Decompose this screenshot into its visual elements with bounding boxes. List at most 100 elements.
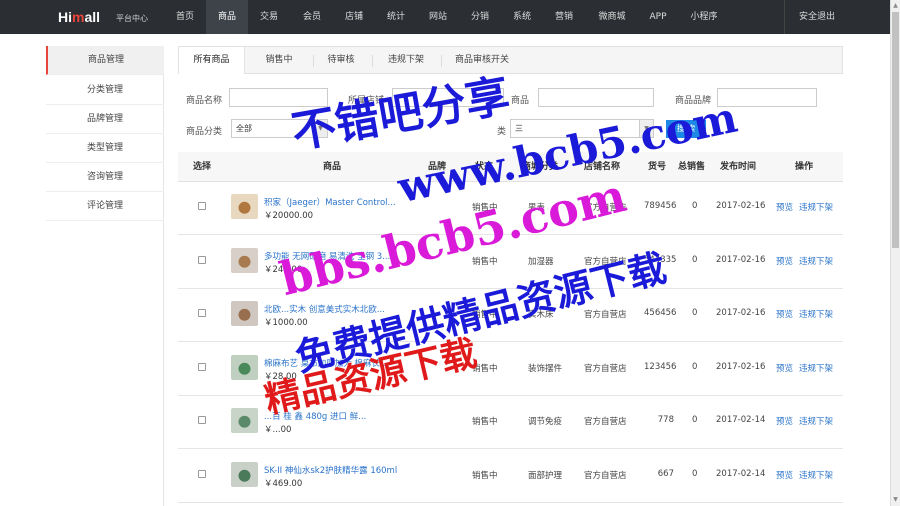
- sidebar-item-type-management[interactable]: 类型管理: [46, 134, 164, 163]
- product-price: ￥20000.00: [264, 211, 314, 221]
- nav-app[interactable]: APP: [640, 0, 676, 34]
- product-publish-date: 2017-02-16: [716, 201, 766, 211]
- nav-micro-mall[interactable]: 微商城: [589, 0, 635, 34]
- product-name-link[interactable]: 棉麻布艺 桌布加厚加大 棉麻长...: [264, 357, 398, 369]
- product-sales: 0: [692, 468, 698, 479]
- sidebar-item-consult-management[interactable]: 咨询管理: [46, 163, 164, 192]
- product-thumbnail[interactable]: [231, 301, 258, 326]
- product-price: ￥469.00: [264, 478, 303, 489]
- tab-review-switch[interactable]: 商品审核开关: [447, 47, 517, 74]
- header-mall-category: 商城分类: [522, 162, 559, 172]
- product-price: ￥1000.00: [264, 318, 308, 328]
- product-thumbnail[interactable]: [231, 247, 258, 273]
- tab-divider: [372, 55, 373, 67]
- product-name-link[interactable]: 积家（Jaeger）Master Control...: [264, 196, 398, 208]
- sidebar-item-review-management[interactable]: 评论管理: [46, 192, 164, 221]
- nav-members[interactable]: 会员: [293, 0, 331, 34]
- product-thumbnail[interactable]: [231, 194, 258, 219]
- sidebar-item-product-management[interactable]: 商品管理: [46, 46, 164, 75]
- scrollbar-thumb[interactable]: [892, 12, 899, 248]
- product-shop: 官方自营店: [584, 363, 627, 374]
- type-select[interactable]: 三 ▼: [510, 119, 654, 138]
- header-status: 状态: [475, 162, 494, 172]
- header-product: 商品: [323, 162, 342, 172]
- nav-website[interactable]: 网站: [419, 0, 457, 34]
- row-checkbox[interactable]: [198, 202, 206, 210]
- tab-pending-review[interactable]: 待审核: [317, 47, 365, 74]
- chevron-down-icon: ▼: [313, 120, 327, 137]
- product-shop: 官方自营店: [584, 417, 627, 427]
- product-category: 加湿器: [528, 256, 554, 267]
- nav-shops[interactable]: 店铺: [335, 0, 373, 34]
- product-name-input[interactable]: [229, 88, 328, 107]
- logout-button[interactable]: 安全退出: [784, 0, 835, 34]
- product-thumbnail[interactable]: [231, 354, 258, 380]
- brand-label: 商品品牌: [675, 96, 712, 106]
- sidebar-item-category-management[interactable]: 分类管理: [46, 76, 164, 105]
- nav-trade[interactable]: 交易: [250, 0, 288, 34]
- scroll-down-icon[interactable]: ▼: [892, 496, 899, 504]
- tab-divider: [441, 55, 442, 67]
- table-row: 北欧...实木 创意美式实木北欧... ￥1000.00 销售中 实木床 官方自营店 45…: [178, 289, 843, 342]
- nav-home[interactable]: 首页: [166, 0, 204, 34]
- product-thumbnail[interactable]: [231, 461, 258, 487]
- nav-marketing[interactable]: 营销: [545, 0, 583, 34]
- nav-system[interactable]: 系统: [503, 0, 541, 34]
- violation-remove-link[interactable]: 违规下架: [799, 255, 833, 267]
- product-tabs: 所有商品 销售中 待审核 违规下架 商品审核开关: [178, 46, 843, 74]
- category-select[interactable]: 全部 ▼: [231, 119, 328, 138]
- tab-all-products[interactable]: 所有商品: [179, 47, 245, 74]
- product-category: 男表: [528, 203, 546, 213]
- product-sku: 456456: [644, 308, 677, 318]
- vertical-scrollbar[interactable]: ▲ ▼: [890, 0, 900, 506]
- product-thumbnail[interactable]: [231, 408, 258, 433]
- tab-on-sale[interactable]: 销售中: [251, 47, 307, 74]
- product-name-link[interactable]: ...百 桂 鑫 480g 进口 鲜...: [264, 410, 398, 422]
- product-publish-date: 2017-02-16: [716, 361, 766, 372]
- logo[interactable]: Himall: [58, 9, 100, 25]
- product-category: 实木床: [528, 310, 554, 320]
- product-sales: 0: [692, 308, 698, 318]
- row-checkbox[interactable]: [198, 416, 206, 424]
- product-name-link[interactable]: 北欧...实木 创意美式实木北欧...: [264, 303, 398, 315]
- product-sku: 123456: [644, 361, 677, 372]
- scroll-up-icon[interactable]: ▲: [892, 2, 899, 10]
- violation-remove-link[interactable]: 违规下架: [799, 415, 833, 427]
- nav-mini-program[interactable]: 小程序: [681, 0, 727, 34]
- preview-link[interactable]: 预览: [776, 469, 793, 481]
- product-status: 销售中: [472, 470, 498, 481]
- product-name-link[interactable]: 多功能 无网研磨 易清洗 全钢 3...: [264, 250, 398, 262]
- violation-remove-link[interactable]: 违规下架: [799, 308, 833, 320]
- preview-link[interactable]: 预览: [776, 415, 793, 427]
- nav-stats[interactable]: 统计: [377, 0, 415, 34]
- product-status: 销售中: [472, 417, 498, 427]
- preview-link[interactable]: 预览: [776, 362, 793, 374]
- header-actions: 操作: [795, 162, 814, 172]
- product-name-link[interactable]: SK-II 神仙水sk2护肤精华露 160ml: [264, 464, 398, 476]
- nav-products[interactable]: 商品: [206, 0, 248, 34]
- violation-remove-link[interactable]: 违规下架: [799, 201, 833, 213]
- row-checkbox[interactable]: [198, 309, 206, 317]
- product-sku: 667: [657, 468, 674, 479]
- product-sku: 778: [657, 415, 674, 425]
- product-category: 装饰摆件: [528, 363, 563, 374]
- violation-remove-link[interactable]: 违规下架: [799, 362, 833, 374]
- preview-link[interactable]: 预览: [776, 255, 793, 267]
- row-checkbox[interactable]: [198, 469, 206, 478]
- row-checkbox[interactable]: [198, 362, 206, 371]
- product-input[interactable]: [538, 88, 654, 107]
- search-button[interactable]: 搜 索: [666, 120, 706, 138]
- header-sku: 货号: [648, 162, 667, 172]
- violation-remove-link[interactable]: 违规下架: [799, 469, 833, 481]
- sidebar-item-brand-management[interactable]: 品牌管理: [46, 105, 164, 134]
- product-sales: 0: [692, 254, 698, 265]
- table-row: 多功能 无网研磨 易清洗 全钢 3... ￥249.00 销售中 加湿器 官方自营店 54…: [178, 236, 843, 289]
- shop-input[interactable]: [392, 88, 504, 107]
- row-checkbox[interactable]: [198, 255, 206, 264]
- preview-link[interactable]: 预览: [776, 201, 793, 213]
- product-sales: 0: [692, 415, 698, 425]
- nav-distribution[interactable]: 分销: [461, 0, 499, 34]
- preview-link[interactable]: 预览: [776, 308, 793, 320]
- tab-violation-removed[interactable]: 违规下架: [377, 47, 435, 74]
- brand-input[interactable]: [717, 88, 817, 107]
